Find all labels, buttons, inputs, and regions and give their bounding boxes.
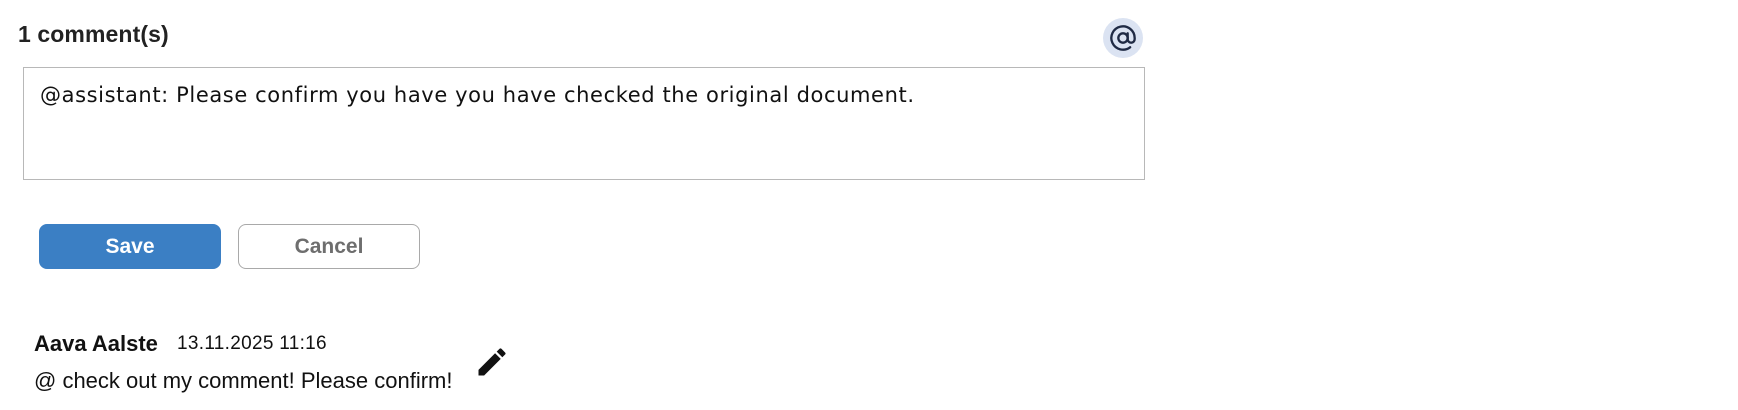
comment-text: @ check out my comment! Please confirm! (34, 368, 453, 393)
comments-header: 1 comment(s) (18, 18, 1160, 58)
comment-timestamp: 13.11.2025 11:16 (177, 333, 327, 354)
cancel-button-label: Cancel (294, 234, 364, 258)
cancel-button[interactable]: Cancel (238, 224, 420, 269)
comments-panel: 1 comment(s) @assistant: Please confirm … (0, 0, 1738, 410)
comment-author: Aava Aalste (34, 331, 158, 356)
at-sign-icon (1110, 25, 1136, 51)
comment-item: Aava Aalste 13.11.2025 11:16 @ check out… (34, 330, 634, 400)
comment-input-box: @assistant: Please confirm you have you … (23, 67, 1145, 180)
save-button-label: Save (105, 234, 155, 258)
pencil-icon (478, 348, 506, 376)
mention-button[interactable] (1103, 18, 1143, 58)
comment-count: 1 comment(s) (18, 21, 169, 47)
edit-comment-button[interactable] (474, 344, 510, 380)
comment-input[interactable]: @assistant: Please confirm you have you … (24, 68, 1144, 179)
save-button[interactable]: Save (39, 224, 221, 269)
